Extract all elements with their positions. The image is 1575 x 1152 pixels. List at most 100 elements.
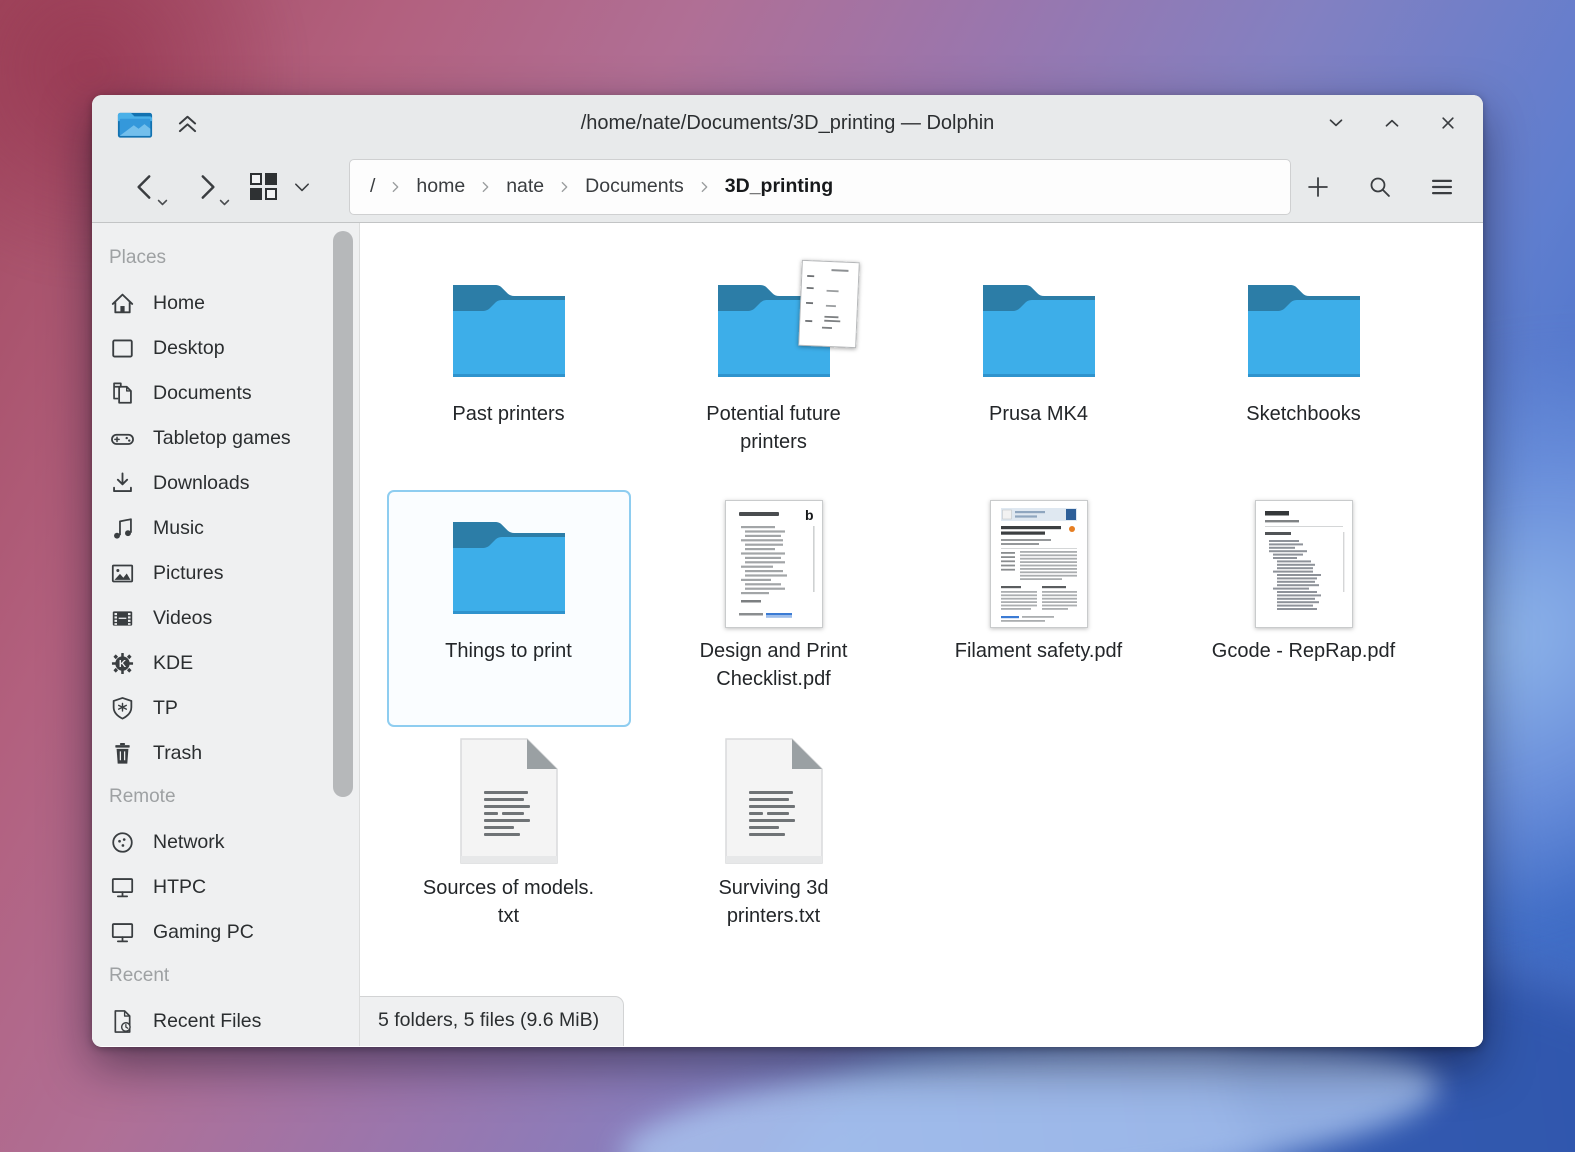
sidebar-item-label: Music	[153, 517, 204, 540]
display-icon	[109, 874, 136, 901]
sidebar-item-trash[interactable]: Trash	[92, 731, 330, 776]
section-header-places: Places	[92, 237, 330, 281]
sidebar-item-recent-files[interactable]: Recent Files	[92, 999, 330, 1044]
dolphin-window: /home/nate/Documents/3D_printing — Dolph…	[92, 95, 1483, 1047]
file-item-potential-future-printers[interactable]: Potential future printers	[652, 253, 896, 490]
main-toolbar: / home nate Documents 3D_printing	[92, 151, 1483, 222]
document-preview-icon	[798, 260, 860, 348]
titlebar[interactable]: /home/nate/Documents/3D_printing — Dolph…	[92, 95, 1483, 151]
folder-view[interactable]: Past printers Potential future prin	[360, 223, 1483, 1046]
svg-text:b: b	[805, 507, 814, 523]
search-icon[interactable]	[1367, 174, 1393, 200]
breadcrumb-documents[interactable]: Documents	[585, 175, 684, 198]
file-item-surviving-3d-printers-txt[interactable]: Surviving 3d printers.txt	[652, 727, 896, 964]
file-item-design-print-checklist-pdf[interactable]: b Design and Print Checklist.pdf	[652, 490, 896, 727]
breadcrumb-root[interactable]: /	[370, 175, 375, 198]
documents-icon	[109, 380, 136, 407]
file-label: Potential future printers	[706, 401, 841, 456]
home-icon	[109, 290, 136, 317]
back-button[interactable]	[128, 170, 162, 204]
sidebar-item-label: Gaming PC	[153, 921, 254, 944]
sidebar-item-htpc[interactable]: HTPC	[92, 865, 330, 910]
sidebar-item-videos[interactable]: Videos	[92, 596, 330, 641]
file-item-filament-safety-pdf[interactable]: Filament safety.pdf	[917, 490, 1161, 727]
file-item-things-to-print[interactable]: Things to print	[387, 490, 631, 727]
sidebar-item-tp[interactable]: TP	[92, 686, 330, 731]
shield-icon	[109, 695, 136, 722]
sidebar-item-tabletop-games[interactable]: Tabletop games	[92, 416, 330, 461]
close-button[interactable]	[1437, 112, 1459, 134]
sidebar-item-music[interactable]: Music	[92, 506, 330, 551]
back-history-chevron-icon[interactable]	[156, 197, 169, 208]
breadcrumb-separator-icon	[480, 180, 491, 194]
sidebar-item-label: Trash	[153, 742, 202, 765]
sidebar-item-label: Downloads	[153, 472, 249, 495]
maximize-button[interactable]	[1381, 112, 1403, 134]
icon-view-toggle[interactable]	[250, 173, 277, 200]
folder-icon	[445, 512, 573, 616]
sidebar-item-label: Documents	[153, 382, 252, 405]
sidebar-item-downloads[interactable]: Downloads	[92, 461, 330, 506]
sidebar-item-documents[interactable]: Documents	[92, 371, 330, 416]
file-label: Sketchbooks	[1246, 401, 1361, 429]
file-item-sources-of-models-txt[interactable]: Sources of models. txt	[387, 727, 631, 964]
file-label: Gcode - RepRap.pdf	[1212, 638, 1395, 666]
hamburger-menu-icon[interactable]	[1429, 174, 1455, 200]
window-title: /home/nate/Documents/3D_printing — Dolph…	[581, 112, 995, 135]
display-icon	[109, 919, 136, 946]
pdf-preview-icon: b	[725, 500, 823, 628]
scrollbar-thumb[interactable]	[333, 231, 353, 797]
file-label: Surviving 3d printers.txt	[718, 875, 828, 930]
grid-square	[250, 173, 262, 185]
new-item-plus-icon[interactable]	[1305, 174, 1331, 200]
window-header: /home/nate/Documents/3D_printing — Dolph…	[92, 95, 1483, 223]
window-content: Places Home Desktop Documents Tabletop g…	[92, 223, 1483, 1046]
file-label: Things to print	[445, 638, 572, 666]
sidebar-item-pictures[interactable]: Pictures	[92, 551, 330, 596]
sidebar-item-desktop[interactable]: Desktop	[92, 326, 330, 371]
sidebar-item-kde[interactable]: KDE	[92, 641, 330, 686]
trash-icon	[109, 740, 136, 767]
file-label: Prusa MK4	[989, 401, 1088, 429]
breadcrumb-separator-icon	[559, 180, 570, 194]
breadcrumb-separator-icon	[390, 180, 401, 194]
files-grid: Past printers Potential future prin	[360, 223, 1483, 964]
breadcrumb-separator-icon	[699, 180, 710, 194]
file-label: Filament safety.pdf	[955, 638, 1122, 666]
sidebar-item-label: KDE	[153, 652, 193, 675]
text-file-icon	[459, 737, 559, 865]
breadcrumb-current[interactable]: 3D_printing	[725, 175, 833, 198]
grid-square	[250, 188, 262, 200]
sidebar-item-network[interactable]: Network	[92, 820, 330, 865]
sidebar-item-label: TP	[153, 697, 178, 720]
network-icon	[109, 829, 136, 856]
breadcrumb[interactable]: / home nate Documents 3D_printing	[349, 159, 1291, 215]
grid-square	[265, 188, 277, 200]
music-note-icon	[109, 515, 136, 542]
folder-icon	[445, 275, 573, 379]
places-panel: Places Home Desktop Documents Tabletop g…	[92, 223, 330, 1046]
file-item-gcode-reprap-pdf[interactable]: Gcode - RepRap.pdf	[1182, 490, 1426, 727]
download-icon	[109, 470, 136, 497]
sidebar-item-label: Videos	[153, 607, 212, 630]
minimize-button[interactable]	[1325, 112, 1347, 134]
view-mode-chevron-down-icon[interactable]	[291, 176, 313, 198]
forward-history-chevron-icon[interactable]	[218, 197, 231, 208]
sidebar-item-label: Tabletop games	[153, 427, 291, 450]
videos-icon	[109, 605, 136, 632]
file-item-sketchbooks[interactable]: Sketchbooks	[1182, 253, 1426, 490]
text-file-icon	[724, 737, 824, 865]
double-chevron-up-icon[interactable]	[174, 110, 201, 137]
file-label: Past printers	[452, 401, 564, 429]
forward-button[interactable]	[190, 170, 224, 204]
status-bar: 5 folders, 5 files (9.6 MiB)	[360, 996, 624, 1046]
file-item-past-printers[interactable]: Past printers	[387, 253, 631, 490]
sidebar-item-gaming-pc[interactable]: Gaming PC	[92, 910, 330, 955]
file-item-prusa-mk4[interactable]: Prusa MK4	[917, 253, 1161, 490]
section-header-remote: Remote	[92, 776, 330, 820]
breadcrumb-home[interactable]: home	[416, 175, 465, 198]
sidebar-item-home[interactable]: Home	[92, 281, 330, 326]
folder-icon	[1240, 275, 1368, 379]
breadcrumb-nate[interactable]: nate	[506, 175, 544, 198]
places-panel-scrollbar[interactable]	[330, 223, 360, 1046]
